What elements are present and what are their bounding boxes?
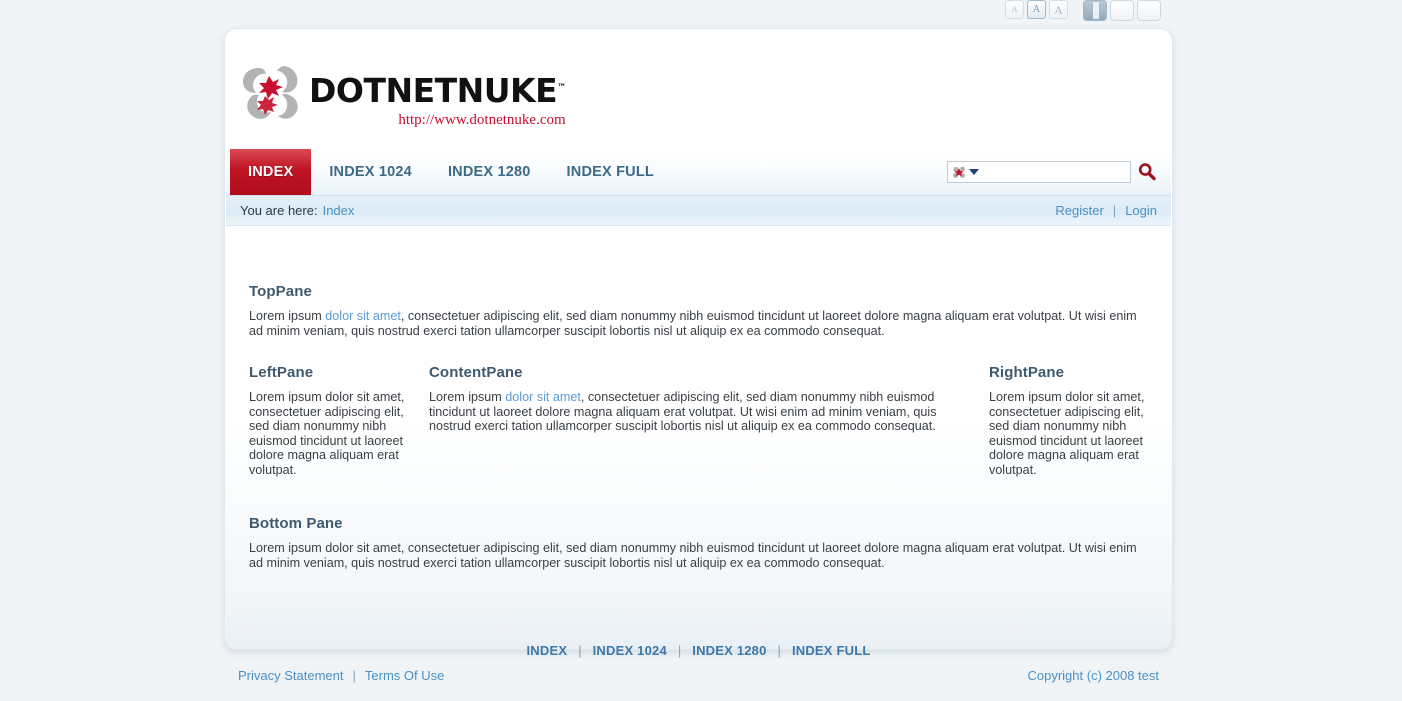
font-size-small-button[interactable]: A <box>1005 0 1024 19</box>
breadcrumb-bar: You are here: Index Register | Login <box>226 196 1171 226</box>
site-logo[interactable]: DOTNETNUKE™ http://www.dotnetnuke.com <box>239 58 566 136</box>
right-pane: RightPane Lorem ipsum dolor sit amet, co… <box>989 364 1161 478</box>
left-pane: LeftPane Lorem ipsum dolor sit amet, con… <box>249 364 409 478</box>
left-pane-title: LeftPane <box>249 364 314 381</box>
content-pane-title: ContentPane <box>429 364 523 381</box>
footer-nav-item-index-1280[interactable]: INDEX 1280 <box>692 643 766 658</box>
font-size-large-button[interactable]: A <box>1049 0 1068 19</box>
dotnetnuke-pinwheel-logo-icon <box>239 62 305 122</box>
layout-width-full-button[interactable] <box>1137 0 1161 21</box>
font-size-medium-button[interactable]: A <box>1027 0 1046 19</box>
logo-wordmark-text: DOTNETNUKE <box>309 71 558 110</box>
footer-nav-item-index-1024[interactable]: INDEX 1024 <box>593 643 667 658</box>
content-pane: ContentPane Lorem ipsum dolor sit amet, … <box>429 364 974 434</box>
logo-url: http://www.dotnetnuke.com <box>398 112 566 128</box>
nav-item-index-full[interactable]: INDEX FULL <box>549 149 672 195</box>
search-box[interactable] <box>947 161 1131 183</box>
breadcrumb-item-index[interactable]: Index <box>323 203 355 218</box>
content-pane-text-before: Lorem ipsum <box>429 390 506 404</box>
login-link[interactable]: Login <box>1125 203 1157 218</box>
footer-nav-separator-1: | <box>578 643 582 658</box>
primary-navigation: INDEX INDEX 1024 INDEX 1280 INDEX FULL <box>226 149 1171 196</box>
right-pane-title: RightPane <box>989 364 1065 381</box>
legal-bar: Privacy Statement | Terms Of Use Copyrig… <box>224 668 1173 683</box>
dnn-provider-icon[interactable] <box>952 166 966 179</box>
terms-of-use-link[interactable]: Terms Of Use <box>365 668 444 683</box>
logo-wordmark: DOTNETNUKE™ <box>309 74 566 107</box>
footer-nav-separator-2: | <box>677 643 682 658</box>
display-options-toolbar: A A A <box>1005 0 1161 21</box>
legal-links: Privacy Statement | Terms Of Use <box>238 668 444 683</box>
breadcrumb-prefix: You are here: <box>240 203 318 218</box>
layout-width-medium-button[interactable] <box>1110 0 1134 21</box>
register-link[interactable]: Register <box>1055 203 1103 218</box>
bottom-pane-body: Lorem ipsum dolor sit amet, consectetuer… <box>249 541 1137 570</box>
footer-navigation: INDEX | INDEX 1024 | INDEX 1280 | INDEX … <box>225 643 1172 658</box>
content-region: TopPane Lorem ipsum dolor sit amet, cons… <box>225 227 1172 658</box>
footer-nav-item-index[interactable]: INDEX <box>527 643 568 658</box>
top-pane-body: Lorem ipsum dolor sit amet, consectetuer… <box>249 309 1139 338</box>
top-pane: TopPane Lorem ipsum dolor sit amet, cons… <box>249 283 1139 338</box>
logo-text-block: DOTNETNUKE™ http://www.dotnetnuke.com <box>309 74 566 129</box>
top-pane-text-before: Lorem ipsum <box>249 309 326 323</box>
privacy-statement-link[interactable]: Privacy Statement <box>238 668 344 683</box>
bottom-pane-title: Bottom Pane <box>249 515 343 532</box>
nav-item-index[interactable]: INDEX <box>230 149 312 195</box>
footer-nav-separator-3: | <box>777 643 781 658</box>
nav-item-list: INDEX INDEX 1024 INDEX 1280 INDEX FULL <box>230 149 672 195</box>
layout-width-narrow-button[interactable] <box>1083 0 1107 21</box>
top-pane-link[interactable]: dolor sit amet <box>325 309 401 323</box>
footer-nav-item-index-full[interactable]: INDEX FULL <box>792 643 871 658</box>
top-pane-title: TopPane <box>249 283 312 300</box>
copyright-text: Copyright (c) 2008 test <box>1027 668 1159 683</box>
nav-item-index-1280[interactable]: INDEX 1280 <box>430 149 549 195</box>
breadcrumb: You are here: Index <box>240 203 354 218</box>
nav-item-index-1024[interactable]: INDEX 1024 <box>311 149 430 195</box>
search-area <box>947 149 1171 195</box>
account-links: Register | Login <box>1055 203 1157 218</box>
account-links-separator: | <box>1112 203 1117 218</box>
legal-links-separator: | <box>352 668 356 683</box>
search-submit-icon[interactable] <box>1137 162 1157 182</box>
content-pane-link[interactable]: dolor sit amet <box>505 390 581 404</box>
left-pane-body: Lorem ipsum dolor sit amet, consectetuer… <box>249 390 405 477</box>
right-pane-body: Lorem ipsum dolor sit amet, consectetuer… <box>989 390 1145 477</box>
trademark-symbol: ™ <box>557 83 566 93</box>
search-input[interactable] <box>982 163 1130 181</box>
content-pane-body: Lorem ipsum dolor sit amet, consectetuer… <box>429 390 974 434</box>
search-scope-chevron-down-icon[interactable] <box>969 169 979 175</box>
bottom-pane: Bottom Pane Lorem ipsum dolor sit amet, … <box>249 515 1139 570</box>
site-container: DOTNETNUKE™ http://www.dotnetnuke.com IN… <box>224 28 1173 658</box>
